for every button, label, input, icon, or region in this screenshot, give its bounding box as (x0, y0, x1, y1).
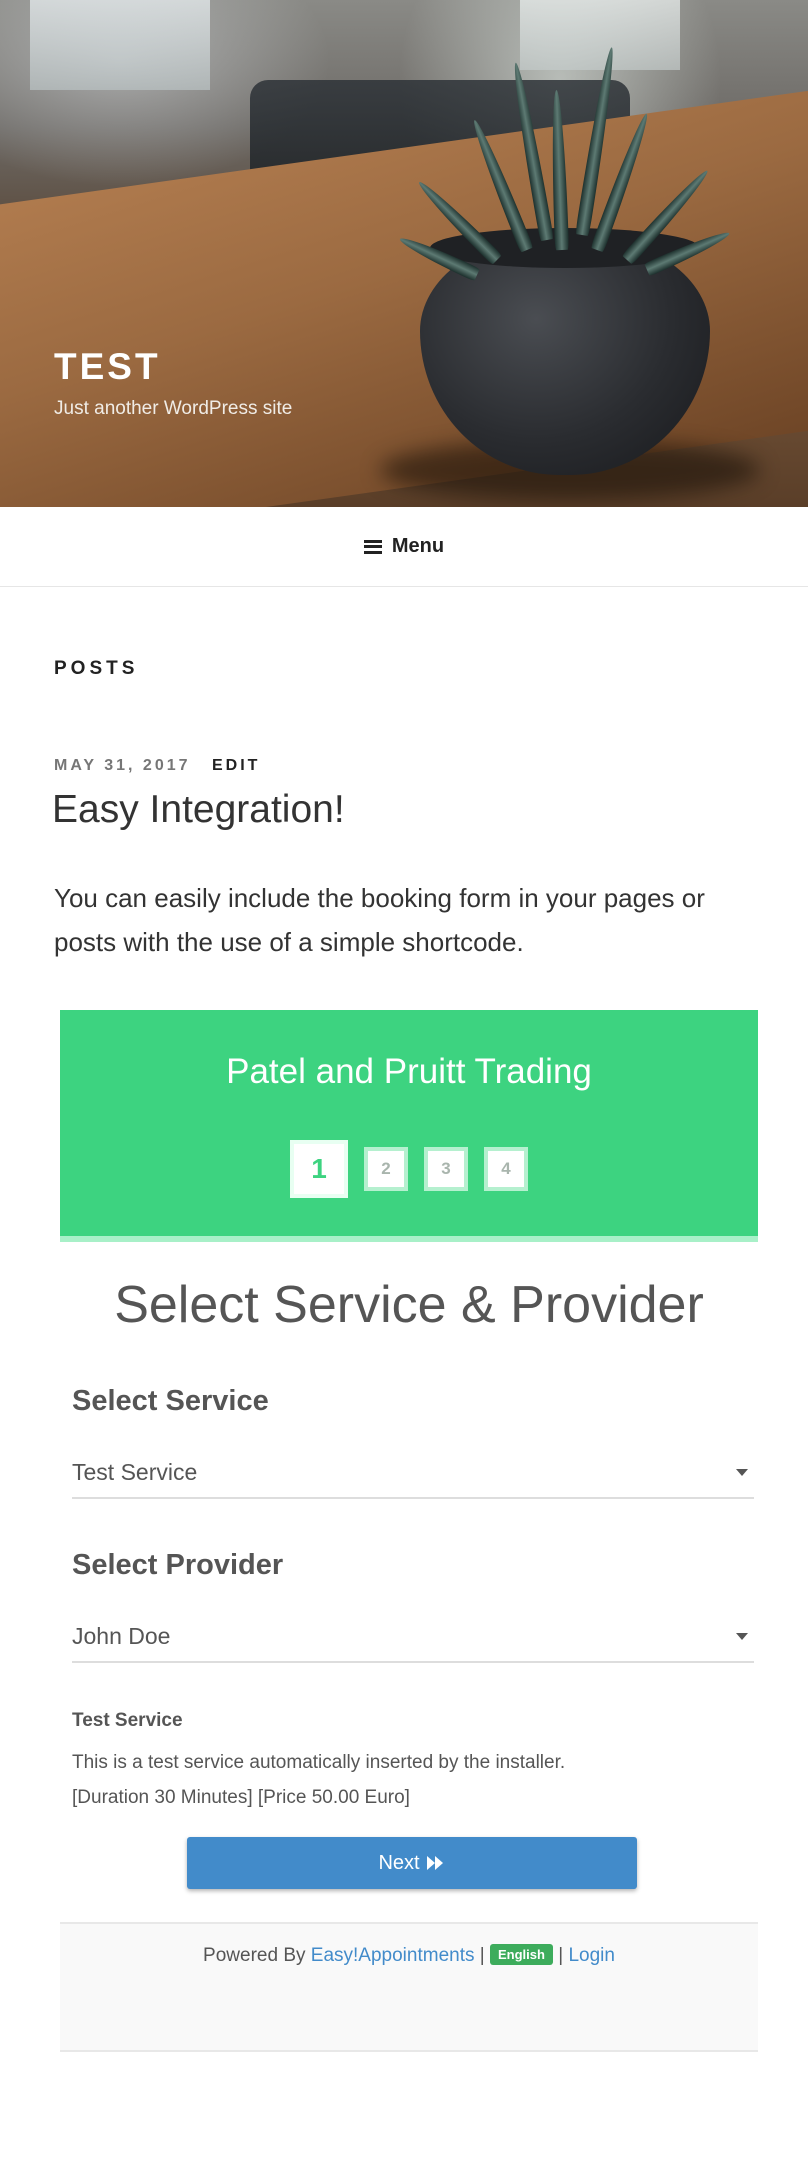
site-title[interactable]: TEST (54, 346, 161, 388)
service-info-text: This is a test service automatically ins… (72, 1745, 565, 1815)
provider-label: Select Provider (72, 1549, 284, 1581)
dropdown-caret-icon (736, 1633, 748, 1640)
provider-select-value: John Doe (72, 1622, 171, 1649)
footer-separator: | (558, 1945, 564, 1966)
edit-link[interactable]: EDIT (212, 757, 260, 774)
next-button[interactable]: Next (187, 1837, 637, 1889)
main-navigation: Menu (0, 507, 808, 587)
footer-separator: | (479, 1945, 485, 1966)
booking-footer: Powered By Easy!Appointments | English |… (60, 1922, 758, 2052)
login-link[interactable]: Login (568, 1945, 615, 1966)
site-tagline: Just another WordPress site (54, 398, 293, 419)
next-button-label: Next (378, 1851, 420, 1874)
hamburger-icon (363, 539, 382, 554)
section-heading: POSTS (54, 658, 139, 679)
powered-by-text: Powered By (203, 1945, 306, 1966)
post-date[interactable]: MAY 31, 2017 (54, 757, 191, 774)
step-3: 3 (424, 1147, 468, 1191)
service-select-value: Test Service (72, 1458, 198, 1485)
service-info-details: [Duration 30 Minutes] [Price 50.00 Euro] (72, 1787, 410, 1808)
background-window-2 (520, 0, 680, 70)
post-title[interactable]: Easy Integration! (52, 788, 345, 832)
service-info-name: Test Service (72, 1710, 183, 1731)
step-2: 2 (364, 1147, 408, 1191)
service-label: Select Service (72, 1385, 269, 1417)
post-meta: MAY 31, 2017 EDIT (54, 757, 260, 775)
background-window (30, 0, 210, 90)
service-select[interactable]: Test Service (72, 1447, 754, 1499)
header-hero-image: TEST Just another WordPress site (0, 0, 808, 507)
language-selector[interactable]: English (489, 1944, 553, 1965)
menu-toggle-button[interactable]: Menu (363, 535, 445, 558)
booking-header: Patel and Pruitt Trading 1 2 3 4 (60, 1010, 758, 1242)
menu-label: Menu (391, 535, 445, 557)
step-4: 4 (484, 1147, 528, 1191)
company-name: Patel and Pruitt Trading (226, 1052, 592, 1091)
dropdown-caret-icon (736, 1469, 748, 1476)
step-indicator: 1 2 3 4 (60, 1140, 758, 1198)
double-chevron-right-icon (426, 1856, 443, 1870)
post-body: You can easily include the booking form … (54, 883, 705, 957)
provider-select[interactable]: John Doe (72, 1611, 754, 1663)
step-heading: Select Service & Provider (114, 1276, 704, 1334)
service-info-description: This is a test service automatically ins… (72, 1752, 566, 1773)
easyappointments-link[interactable]: Easy!Appointments (311, 1945, 475, 1966)
step-1: 1 (290, 1140, 348, 1198)
booking-widget: Patel and Pruitt Trading 1 2 3 4 Select … (60, 1010, 758, 2052)
